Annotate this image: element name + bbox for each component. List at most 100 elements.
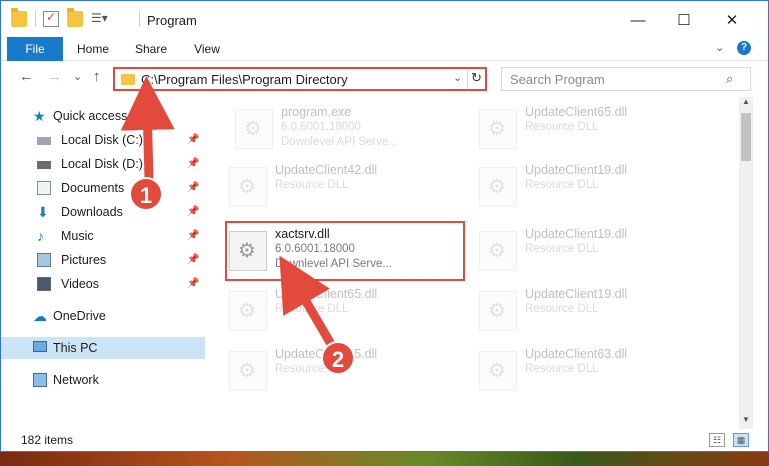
dll-file-icon <box>479 351 517 391</box>
address-dropdown-icon[interactable]: ⌄ <box>453 71 462 84</box>
sidebar-item-pictures[interactable]: Pictures 📌 <box>1 249 205 271</box>
star-icon: ★ <box>33 108 46 124</box>
divider <box>467 69 468 89</box>
address-path[interactable]: C:\Program Files\Program Directory <box>141 72 348 87</box>
minimize-button[interactable]: — <box>615 7 661 33</box>
address-bar[interactable]: C:\Program Files\Program Directory ⌄ ↻ <box>113 67 487 91</box>
properties-icon[interactable]: ✓ <box>43 10 59 27</box>
sidebar-item-this-pc[interactable]: This PC <box>1 337 205 359</box>
pin-icon[interactable]: 📌 <box>187 273 199 295</box>
file-name: UpdateClient63.dll <box>525 347 628 361</box>
divider <box>139 11 140 27</box>
tab-view[interactable]: View <box>185 37 229 61</box>
pin-icon[interactable]: 📌 <box>187 225 199 247</box>
file-item[interactable]: UpdateClient19.dll Resource DLL <box>477 159 717 215</box>
dll-file-icon <box>479 167 517 207</box>
music-icon: ♪ <box>37 228 44 244</box>
sidebar-item-local-disk-d[interactable]: Local Disk (D:) 📌 <box>1 153 205 175</box>
tab-share[interactable]: Share <box>129 37 173 61</box>
file-item[interactable]: UpdateClient42.dll Resource DLL <box>227 159 467 215</box>
file-description: Downlevel API Serve... <box>275 258 392 270</box>
file-version: Resource DLL <box>525 303 599 315</box>
large-icons-view-icon[interactable]: ▦ <box>733 433 749 447</box>
file-item[interactable]: UpdateClient63.dll Resource DLL <box>477 343 717 399</box>
pin-icon[interactable]: 📌 <box>187 129 199 151</box>
customize-toolbar-icon[interactable]: ☰▾ <box>91 11 108 27</box>
search-input[interactable]: Search Program ⌕ <box>501 67 751 91</box>
file-name: UpdateClient65.dll <box>275 287 378 301</box>
help-icon[interactable]: ? <box>737 41 751 55</box>
sidebar-item-music[interactable]: ♪ Music 📌 <box>1 225 205 247</box>
sidebar-item-documents[interactable]: Documents 📌 <box>1 177 205 199</box>
status-bar: 182 items ☷ ▦ <box>1 429 768 451</box>
scroll-thumb[interactable] <box>741 113 751 161</box>
videos-icon <box>37 277 51 291</box>
file-item[interactable]: UpdateClient65.dll Resource DLL <box>477 101 717 157</box>
file-name: UpdateClient19.dll <box>525 227 628 241</box>
sidebar-item-downloads[interactable]: ⬇ Downloads 📌 <box>1 201 205 223</box>
file-name: program.exe <box>281 105 352 119</box>
scroll-down-icon[interactable]: ▼ <box>742 415 750 424</box>
pin-icon[interactable]: 📌 <box>187 177 199 199</box>
sidebar-item-label: Documents <box>61 181 125 195</box>
tab-file[interactable]: File <box>7 37 63 61</box>
dll-file-icon <box>479 291 517 331</box>
dll-file-icon <box>229 167 267 207</box>
file-item[interactable]: program.exe 6.0.6001.18000 Downlevel API… <box>233 101 473 157</box>
pin-icon[interactable]: 📌 <box>187 249 199 271</box>
search-placeholder: Search Program <box>510 72 605 87</box>
file-item[interactable]: UpdateClient65.dll Resource DLL <box>227 283 467 339</box>
sidebar-item-label: Videos <box>61 277 99 291</box>
file-item-selected[interactable]: xactsrv.dll 6.0.6001.18000 Downlevel API… <box>225 221 465 281</box>
refresh-button[interactable]: ↻ <box>471 70 482 86</box>
sidebar-item-videos[interactable]: Videos 📌 <box>1 273 205 295</box>
sidebar-item-label: Music <box>61 229 94 243</box>
sidebar-item-label: Network <box>53 373 99 387</box>
pin-icon[interactable]: 📌 <box>187 201 199 223</box>
file-version: Resource DLL <box>525 121 599 133</box>
details-view-icon[interactable]: ☷ <box>709 433 725 447</box>
title-bar: ✓ ☰▾ Program — ☐ ✕ <box>1 1 768 37</box>
maximize-button[interactable]: ☐ <box>661 7 707 33</box>
dll-file-icon <box>229 351 267 391</box>
pin-icon[interactable]: 📌 <box>187 153 199 175</box>
scroll-up-icon[interactable]: ▲ <box>742 97 750 106</box>
vertical-scrollbar[interactable]: ▲ ▼ <box>739 97 753 429</box>
file-item[interactable]: UpdateClient19.dll Resource DLL <box>477 223 717 279</box>
recent-locations-button[interactable]: ⌄ <box>73 70 82 83</box>
file-item[interactable]: UpdateClient19.dll Resource DLL <box>477 283 717 339</box>
sidebar-item-network[interactable]: Network <box>1 369 205 391</box>
tab-home[interactable]: Home <box>71 37 115 61</box>
exe-file-icon <box>235 109 273 149</box>
up-button[interactable]: ↑ <box>93 68 101 85</box>
dll-file-icon <box>229 291 267 331</box>
documents-icon <box>37 181 51 195</box>
file-version: Resource DLL <box>275 179 349 191</box>
pictures-icon <box>37 253 51 267</box>
search-icon[interactable]: ⌕ <box>726 71 733 87</box>
file-version: 6.0.6001.18000 <box>281 121 361 133</box>
item-count: 182 items <box>21 433 74 447</box>
file-name: UpdateClient19.dll <box>525 163 628 177</box>
file-version: 6.0.6001.18000 <box>275 243 355 255</box>
new-folder-icon[interactable] <box>67 8 83 27</box>
close-button[interactable]: ✕ <box>709 7 755 33</box>
sidebar-item-local-disk-c[interactable]: Local Disk (C:) 📌 <box>1 129 205 151</box>
sidebar-item-quick-access[interactable]: ★ Quick access <box>1 105 205 127</box>
downloads-icon: ⬇ <box>37 204 49 220</box>
sidebar-item-label: OneDrive <box>53 309 106 323</box>
file-version: Resource DLL <box>525 179 599 191</box>
file-name: UpdateClient65.dll <box>525 105 628 119</box>
divider <box>35 11 36 27</box>
sidebar-item-onedrive[interactable]: ☁ OneDrive <box>1 305 205 327</box>
dll-file-icon <box>229 231 267 271</box>
network-icon <box>33 373 47 387</box>
dll-file-icon <box>479 231 517 271</box>
back-button[interactable]: ← <box>19 68 34 85</box>
forward-button[interactable]: → <box>47 68 62 85</box>
pc-icon <box>33 341 47 352</box>
collapse-ribbon-icon[interactable]: ⌄ <box>715 41 724 54</box>
file-name: UpdateClient19.dll <box>525 287 628 301</box>
file-name: UpdateClient42.dll <box>275 163 378 177</box>
sidebar-item-label: Downloads <box>61 205 123 219</box>
